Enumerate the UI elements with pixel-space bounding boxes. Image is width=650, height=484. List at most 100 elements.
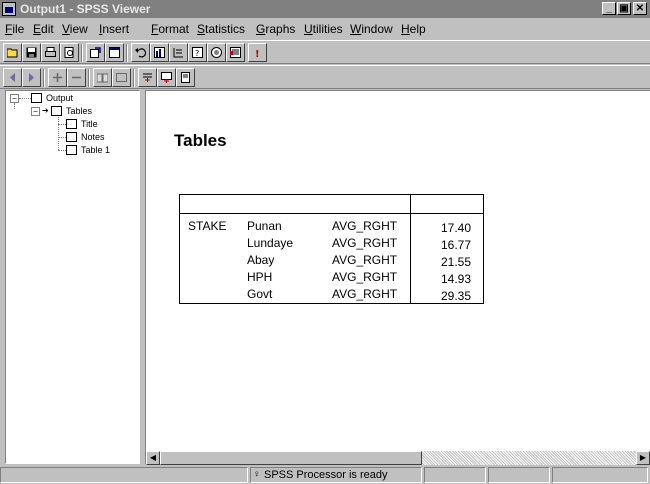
value-cell: 17.40	[440, 221, 471, 235]
collapse-output-toggle[interactable]: −	[10, 94, 19, 103]
app-icon[interactable]	[2, 2, 16, 16]
tree-line	[58, 117, 59, 150]
title-bar[interactable]: Output1 - SPSS Viewer _ ▣ ✕	[0, 0, 650, 18]
status-panel	[488, 467, 550, 483]
show-icon[interactable]	[93, 68, 112, 87]
menu-graphs[interactable]: Graphs	[256, 22, 295, 36]
toolbar-separator	[81, 44, 83, 62]
value-cell: 29.35	[440, 289, 471, 303]
svg-text:!: !	[255, 49, 260, 58]
scroll-thumb[interactable]	[160, 451, 422, 465]
menu-format[interactable]: Format	[151, 22, 189, 36]
output-heading[interactable]: Tables	[174, 131, 227, 151]
tree-line	[19, 98, 31, 99]
tables-book-icon	[51, 106, 62, 116]
collapse-tables-toggle[interactable]: −	[31, 107, 40, 116]
collapse-icon[interactable]	[67, 68, 86, 87]
tree-node-notes[interactable]: Notes	[81, 132, 105, 142]
variable-label: AVG_RGHT	[332, 270, 398, 284]
tree-line	[58, 150, 66, 151]
print-icon[interactable]	[41, 43, 60, 62]
status-message: SPSS Processor is ready	[264, 469, 388, 481]
title-page-icon	[66, 119, 77, 129]
variables-icon[interactable]: ?	[188, 43, 207, 62]
notes-page-icon	[66, 132, 77, 142]
toolbar-separator	[88, 69, 90, 87]
column-divider	[410, 195, 411, 303]
save-icon[interactable]	[22, 43, 41, 62]
horizontal-scrollbar[interactable]: ◀ ▶	[146, 451, 650, 465]
tree-node-title[interactable]: Title	[81, 119, 98, 129]
select-last-output-icon[interactable]	[226, 43, 245, 62]
close-button[interactable]: ✕	[633, 2, 647, 15]
outline-pane[interactable]: − Output − ➔ Tables Title Notes Table 1	[5, 90, 140, 464]
variable-label: AVG_RGHT	[332, 287, 398, 301]
table-page-icon	[66, 145, 77, 155]
use-sets-icon[interactable]	[207, 43, 226, 62]
insert-heading-icon[interactable]	[138, 68, 157, 87]
processor-icon: ♀	[253, 469, 261, 480]
arrow-icon: ➔	[42, 106, 49, 115]
row-label: Lundaye	[247, 236, 294, 250]
window-title: Output1 - SPSS Viewer	[20, 2, 151, 16]
tree-line	[14, 103, 15, 109]
row-label: Abay	[247, 253, 275, 267]
menu-window[interactable]: Window	[350, 22, 393, 36]
promote-icon[interactable]	[3, 68, 22, 87]
status-panel	[0, 467, 248, 483]
scroll-right-icon[interactable]: ▶	[636, 451, 650, 465]
minimize-button[interactable]: _	[602, 2, 616, 15]
tree-line	[58, 137, 66, 138]
toolbar-separator	[133, 69, 135, 87]
tree-node-tables[interactable]: Tables	[66, 106, 92, 116]
value-cell: 21.55	[440, 255, 471, 269]
menu-utilities[interactable]: Utilities	[304, 22, 343, 36]
row-label: Punan	[247, 219, 282, 233]
insert-title-icon[interactable]	[157, 68, 176, 87]
designate-window-icon[interactable]: !	[248, 43, 267, 62]
status-panel	[552, 467, 648, 483]
goto-chart-icon[interactable]	[150, 43, 169, 62]
maximize-button[interactable]: ▣	[617, 2, 631, 15]
menu-insert[interactable]: Insert	[99, 22, 129, 36]
value-cell: 14.93	[440, 272, 471, 286]
hide-icon[interactable]	[112, 68, 131, 87]
menu-help[interactable]: Help	[401, 22, 426, 36]
scroll-left-icon[interactable]: ◀	[146, 451, 160, 465]
print-preview-icon[interactable]	[60, 43, 79, 62]
row-label: HPH	[247, 270, 273, 284]
standard-toolbar: ? !	[0, 40, 650, 64]
variable-label: AVG_RGHT	[332, 253, 398, 267]
menu-statistics[interactable]: Statistics	[197, 22, 245, 36]
demote-icon[interactable]	[22, 68, 41, 87]
status-panel	[424, 467, 486, 483]
outline-toolbar	[0, 65, 650, 89]
menu-edit[interactable]: Edit	[33, 22, 54, 36]
export-icon[interactable]	[86, 43, 105, 62]
pivot-table[interactable]: STAKE Punan AVG_RGHT 17.40 Lundaye AVG_R…	[179, 194, 484, 304]
menu-view[interactable]: View	[62, 22, 88, 36]
variable-label: AVG_RGHT	[332, 236, 398, 250]
goto-case-icon[interactable]	[169, 43, 188, 62]
output-book-icon	[31, 93, 42, 103]
value-cell: 16.77	[440, 238, 471, 252]
header-divider	[180, 213, 483, 214]
variable-label: AVG_RGHT	[332, 219, 398, 233]
svg-text:?: ?	[195, 49, 199, 58]
row-group-label: STAKE	[188, 219, 227, 233]
content-pane[interactable]: Tables STAKE Punan AVG_RGHT 17.40 Lunday…	[145, 90, 650, 464]
status-bar: ♀ SPSS Processor is ready	[0, 466, 650, 484]
open-icon[interactable]	[3, 43, 22, 62]
insert-text-icon[interactable]	[176, 68, 195, 87]
toolbar-separator	[126, 44, 128, 62]
tree-node-output[interactable]: Output	[46, 93, 73, 103]
recall-dialog-icon[interactable]	[105, 43, 124, 62]
tree-line	[58, 124, 66, 125]
menu-bar: File Edit View Insert Format Statistics …	[0, 19, 650, 39]
undo-icon[interactable]	[131, 43, 150, 62]
tree-node-table-1[interactable]: Table 1	[81, 145, 110, 155]
row-label: Govt	[247, 287, 273, 301]
toolbar-separator	[43, 69, 45, 87]
expand-icon[interactable]	[48, 68, 67, 87]
menu-file[interactable]: File	[5, 22, 24, 36]
